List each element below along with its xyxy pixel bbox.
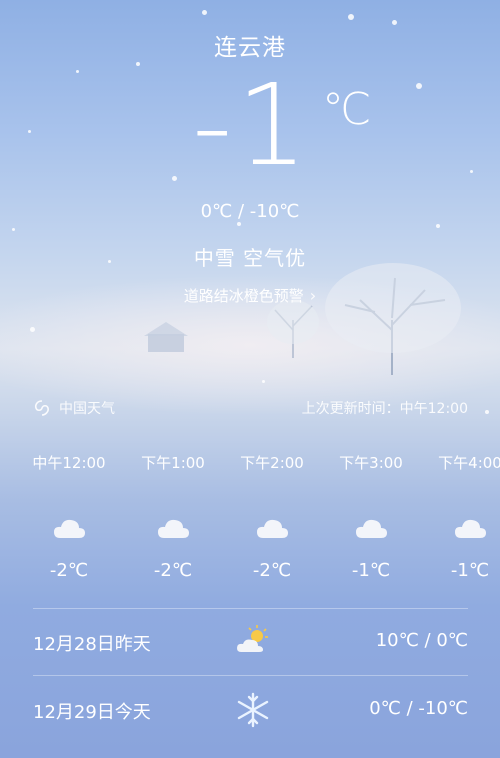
daily-range: 0℃ / -10℃ [369, 698, 468, 719]
current-temp-unit: ℃ [322, 84, 372, 135]
hourly-item: 下午4:00 -1℃ [425, 452, 500, 581]
daily-range: 10℃ / 0℃ [375, 630, 468, 651]
partly-sunny-icon [237, 625, 268, 652]
cloud-icon [257, 519, 288, 538]
cloud-icon [356, 519, 387, 538]
hourly-time: 中午12:00 [32, 454, 106, 472]
hourly-temp: -1℃ [351, 560, 391, 581]
source-row: 中国天气 上次更新时间：中午12:00 [33, 398, 468, 418]
current-temperature: -1 ℃ [0, 66, 500, 188]
source-name: 中国天气 [59, 401, 115, 417]
daily-date: 12月29日今天 [33, 702, 151, 723]
daily-row-today[interactable]: 12月29日今天 0℃ / -10℃ [33, 677, 468, 743]
hourly-item: 中午12:00 -2℃ [24, 452, 114, 581]
last-updated: 上次更新时间：中午12:00 [301, 401, 468, 417]
hourly-item: 下午3:00 -1℃ [326, 452, 416, 581]
divider [33, 675, 468, 676]
current-temp-value: -1 [192, 61, 312, 191]
hourly-temp: -2℃ [252, 560, 292, 581]
hourly-temp: -1℃ [450, 560, 490, 581]
city-name[interactable]: 连云港 [0, 28, 500, 62]
weather-alert-link[interactable]: 道路结冰橙色预警 › [0, 285, 500, 306]
weather-condition: 中雪 空气优 [193, 246, 307, 270]
hourly-time: 下午4:00 [438, 454, 500, 472]
hourly-time: 下午2:00 [240, 454, 304, 472]
today-temp-range: 0℃ / -10℃ [200, 201, 300, 222]
daily-row-yesterday[interactable]: 12月28日昨天 10℃ / 0℃ [33, 609, 468, 675]
hourly-item: 下午1:00 -2℃ [128, 452, 218, 581]
cloud-icon [54, 519, 85, 538]
hourly-temp: -2℃ [49, 560, 89, 581]
chevron-right-icon: › [309, 286, 317, 305]
daily-date: 12月28日昨天 [33, 634, 151, 655]
cloud-icon [158, 519, 189, 538]
hourly-time: 下午3:00 [339, 454, 403, 472]
hourly-forecast[interactable]: 中午12:00 -2℃ 下午1:00 -2℃ 下午2:00 -2℃ 下午3:00 -1℃ 下午4… [0, 452, 500, 592]
alert-text: 道路结冰橙色预警 [183, 287, 304, 305]
hourly-temp: -2℃ [153, 560, 193, 581]
hourly-item: 下午2:00 -2℃ [227, 452, 317, 581]
hourly-time: 下午1:00 [141, 454, 205, 472]
cloud-icon [455, 519, 486, 538]
snowflake-icon [237, 692, 269, 728]
source: 中国天气 [33, 398, 115, 418]
china-weather-logo-icon [34, 400, 49, 416]
